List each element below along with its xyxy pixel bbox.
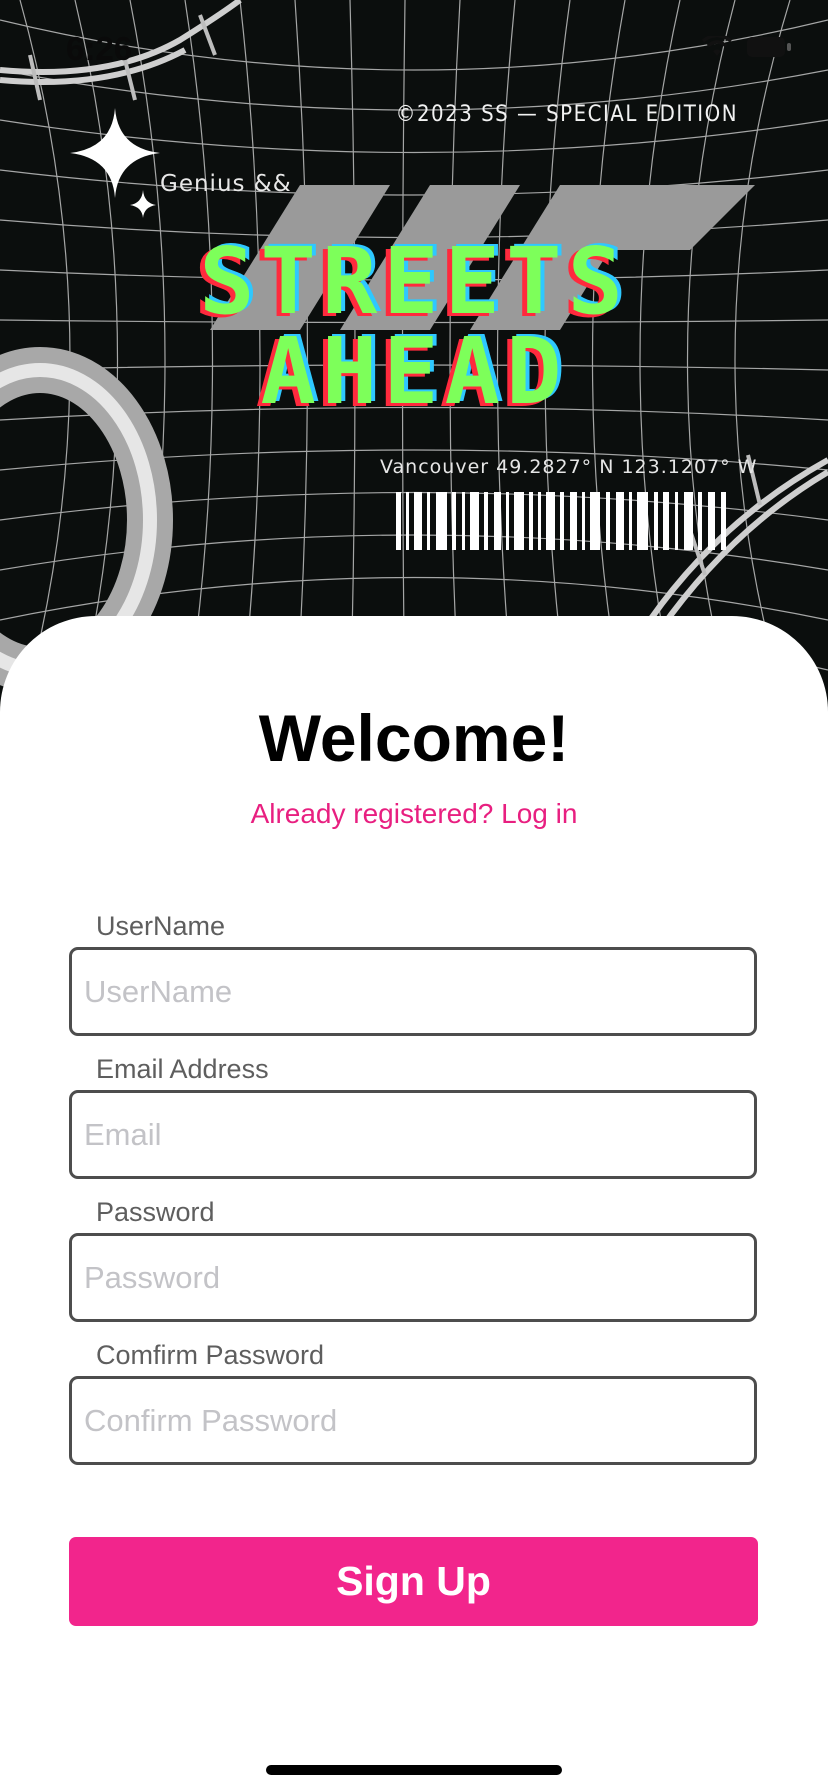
page-title: Welcome! bbox=[258, 701, 570, 775]
hero-title-line2: AHEAD bbox=[260, 318, 568, 425]
coordinates-text: Vancouver 49.2827° N 123.1207° W bbox=[380, 456, 758, 478]
password-field-box bbox=[69, 1233, 757, 1322]
username-input[interactable] bbox=[72, 950, 754, 1033]
password-input[interactable] bbox=[72, 1236, 754, 1319]
tagline-text: Genius && bbox=[160, 171, 292, 197]
confirm-password-label: Comfirm Password bbox=[96, 1340, 325, 1370]
username-field-box bbox=[69, 947, 757, 1036]
sparkle-icon bbox=[70, 108, 160, 223]
status-time: 6:26 bbox=[66, 30, 133, 67]
username-label: UserName bbox=[96, 911, 226, 941]
wifi-icon bbox=[701, 33, 733, 63]
status-bar: 6:26 bbox=[0, 0, 828, 100]
barcode-icon bbox=[396, 492, 736, 555]
edition-text: ©2023 SS — SPECIAL EDITION bbox=[395, 102, 738, 127]
email-input[interactable] bbox=[72, 1093, 754, 1176]
confirm-password-field-box bbox=[69, 1376, 757, 1465]
home-indicator[interactable] bbox=[266, 1765, 562, 1775]
login-link[interactable]: Already registered? Log in bbox=[0, 798, 828, 830]
email-field-box bbox=[69, 1090, 757, 1179]
sign-up-button[interactable]: Sign Up bbox=[69, 1537, 758, 1626]
confirm-password-input[interactable] bbox=[72, 1379, 754, 1462]
hero-banner: 6:26 ©2023 SS — SPECIAL EDITION Genius &… bbox=[0, 0, 828, 720]
email-label: Email Address bbox=[96, 1054, 269, 1084]
password-label: Password bbox=[96, 1197, 215, 1227]
battery-icon bbox=[746, 36, 792, 63]
